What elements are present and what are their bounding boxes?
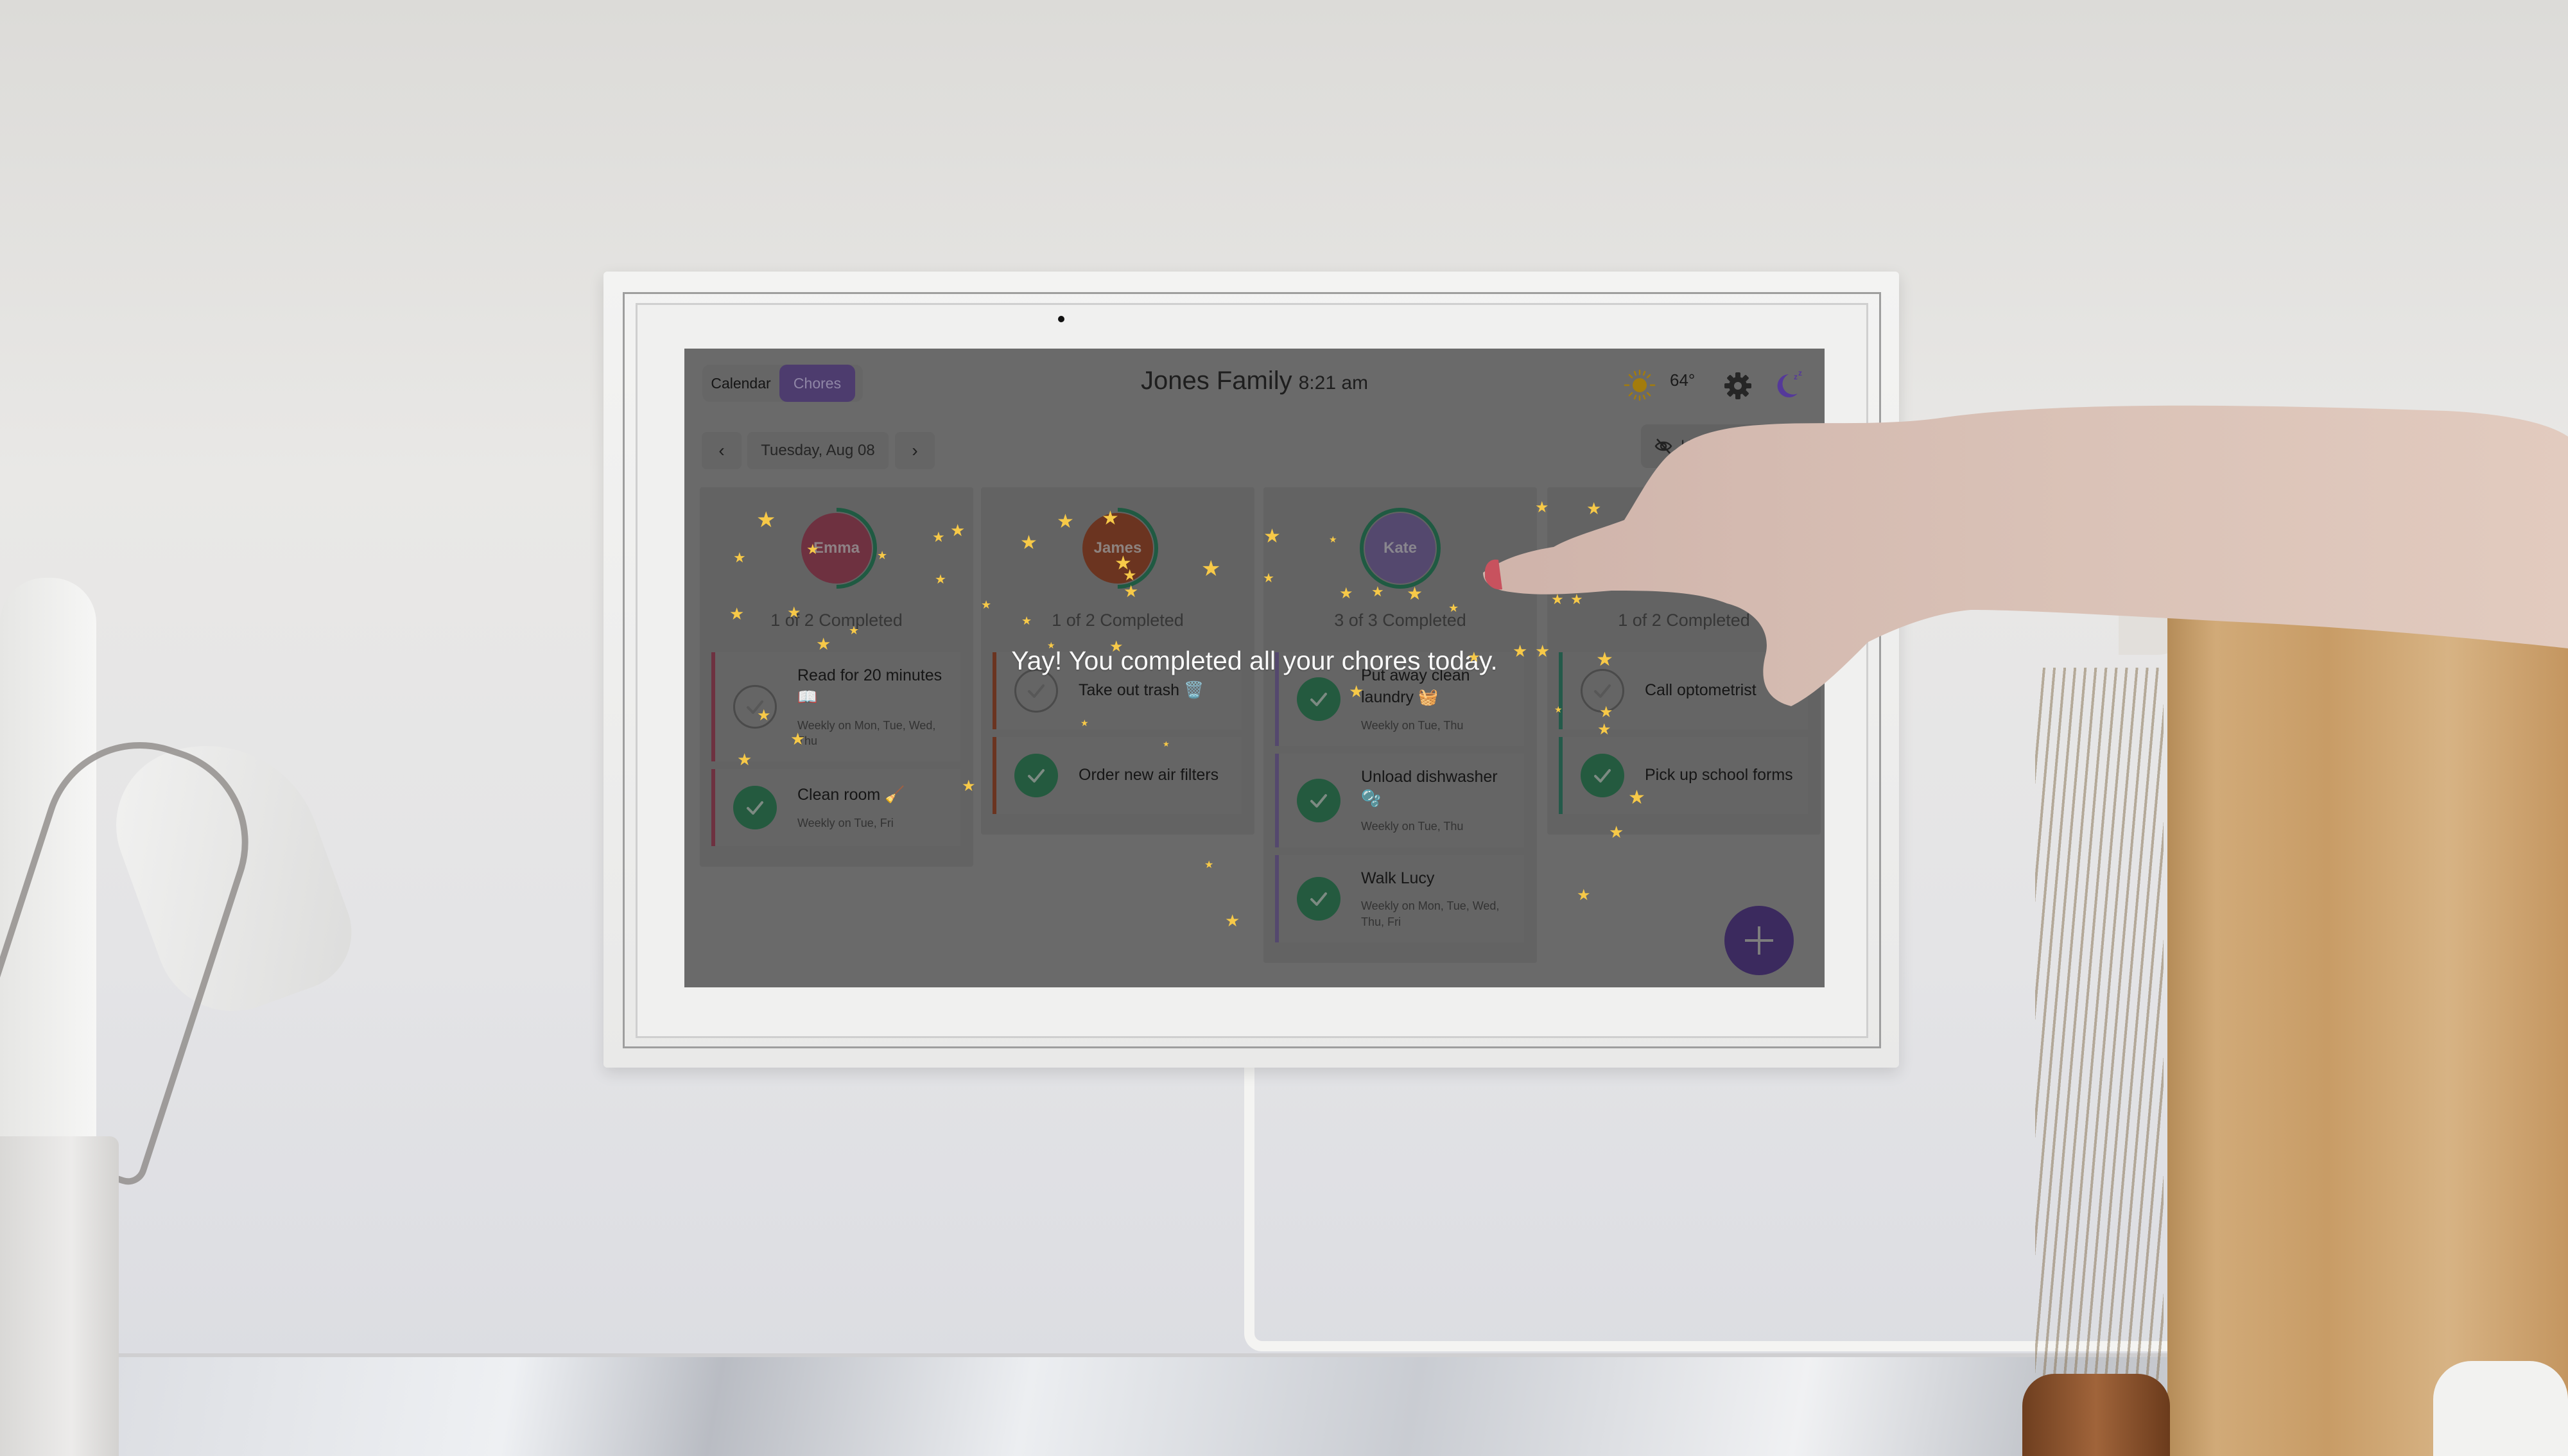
star-icon: ★ [1407, 584, 1423, 603]
chore-card[interactable]: Unload dishwasher 🫧 Weekly on Tue, Thu [1275, 753, 1524, 847]
checked-checkbox[interactable] [1581, 754, 1624, 797]
chore-title: Order new air filters [1079, 766, 1219, 784]
moon-sleep-icon[interactable]: z z [1769, 368, 1804, 403]
checkmark-icon [1594, 769, 1611, 783]
star-icon: ★ [1057, 511, 1074, 532]
star-icon: ★ [1448, 602, 1459, 614]
chore-card[interactable]: Walk Lucy Weekly on Mon, Tue, Wed, Thu, F… [1275, 854, 1524, 942]
temperature: 64° [1670, 370, 1696, 390]
star-icon: ★ [1163, 740, 1170, 749]
star-icon: ★ [816, 634, 831, 654]
star-icon: ★ [1329, 534, 1337, 544]
star-icon: ★ [932, 529, 945, 545]
star-icon: ★ [733, 550, 746, 566]
checked-checkbox[interactable] [733, 786, 777, 830]
chore-card[interactable]: Order new air filters [993, 737, 1242, 814]
star-icon: ★ [1109, 638, 1124, 655]
clock: 8:21 am [1298, 372, 1369, 394]
star-icon: ★ [757, 707, 771, 724]
star-icon: ★ [1204, 860, 1214, 871]
star-icon: ★ [849, 624, 860, 637]
chore-title: Pick up school forms [1645, 766, 1793, 784]
checkmark-icon [1310, 793, 1327, 808]
member-avatar[interactable]: Kate [1358, 507, 1442, 590]
gear-icon[interactable] [1722, 370, 1753, 401]
star-icon: ★ [1124, 582, 1139, 601]
chore-schedule: Weekly on Tue, Thu [1361, 820, 1464, 833]
star-icon: ★ [1263, 526, 1281, 547]
checked-checkbox[interactable] [1297, 677, 1340, 721]
star-icon: ★ [1349, 682, 1364, 701]
star-icon: ★ [1102, 508, 1119, 529]
chore-schedule: Weekly on Tue, Thu [1361, 718, 1464, 732]
chore-body: Order new air filters [1079, 752, 1226, 799]
countertop-edge [116, 1353, 2170, 1357]
star-icon: ★ [1263, 571, 1274, 585]
chore-title: Take out trash 🗑️ [1079, 681, 1204, 700]
white-dish [2433, 1361, 2568, 1456]
avatar-circle: Kate [1365, 513, 1436, 584]
star-icon: ★ [1080, 718, 1089, 728]
star-icon: ★ [981, 598, 992, 611]
chore-schedule: Weekly on Tue, Fri [797, 816, 894, 829]
dried-lavender [2035, 668, 2164, 1380]
checkmark-icon [1310, 892, 1327, 906]
star-icon: ★ [950, 521, 966, 540]
checkmark-icon [747, 801, 763, 815]
star-icon: ★ [1021, 614, 1032, 627]
star-icon: ★ [790, 729, 806, 749]
chore-body: Unload dishwasher 🫧 Weekly on Tue, Thu [1361, 754, 1524, 847]
star-icon: ★ [737, 750, 752, 769]
star-icon: ★ [1020, 532, 1037, 553]
star-icon: ★ [806, 541, 819, 557]
star-icon: ★ [1628, 787, 1645, 808]
chore-body: Clean room 🧹 Weekly on Tue, Fri [797, 772, 912, 844]
star-icon: ★ [962, 777, 976, 795]
star-icon: ★ [1201, 557, 1221, 581]
sun-icon [1624, 369, 1656, 401]
checked-checkbox[interactable] [1297, 778, 1340, 822]
svg-text:z: z [1794, 372, 1798, 381]
star-icon: ★ [877, 549, 888, 562]
next-day-button[interactable]: › [895, 432, 935, 469]
star-icon: ★ [787, 604, 801, 621]
star-icon: ★ [756, 508, 776, 532]
star-icon: ★ [729, 604, 745, 623]
camera-lens [1058, 316, 1064, 322]
star-icon: ★ [1468, 649, 1480, 665]
chore-card[interactable]: Clean room 🧹 Weekly on Tue, Fri [711, 769, 960, 847]
star-icon: ★ [1577, 887, 1591, 904]
chore-title: Clean room 🧹 [797, 786, 905, 804]
star-icon: ★ [935, 573, 946, 587]
cutting-board [2167, 591, 2568, 1456]
star-icon: ★ [1371, 584, 1384, 600]
chore-card[interactable]: Pick up school forms [1559, 737, 1808, 814]
chore-schedule: Weekly on Mon, Tue, Wed, Thu, Fri [1361, 899, 1500, 928]
pointing-hand [1483, 405, 2568, 706]
add-chore-button[interactable] [1724, 906, 1794, 975]
star-icon: ★ [1047, 640, 1055, 650]
chore-body: Pick up school forms [1645, 752, 1801, 799]
star-icon: ★ [1609, 822, 1624, 842]
svg-text:z: z [1798, 368, 1802, 377]
chore-title: Unload dishwasher 🫧 [1361, 767, 1498, 808]
previous-day-button[interactable]: ‹ [702, 432, 742, 469]
plus-icon [1745, 926, 1773, 955]
checkmark-icon [1310, 692, 1327, 706]
wooden-vase [2022, 1374, 2170, 1456]
current-date[interactable]: Tuesday, Aug 08 [747, 432, 889, 469]
star-icon: ★ [1225, 911, 1240, 930]
checked-checkbox[interactable] [1014, 754, 1058, 797]
checkmark-icon [1028, 684, 1045, 698]
chore-body: Walk Lucy Weekly on Mon, Tue, Wed, Thu, F… [1361, 855, 1524, 942]
checkmark-icon [1028, 769, 1045, 783]
checked-checkbox[interactable] [1297, 876, 1340, 921]
utensil-jar [0, 1136, 119, 1456]
star-icon: ★ [1597, 721, 1611, 738]
family-name: Jones Family [1140, 367, 1292, 395]
star-icon: ★ [1339, 585, 1353, 602]
chore-schedule: Weekly on Mon, Tue, Wed, Thu [797, 718, 936, 747]
chore-title: Walk Lucy [1361, 869, 1435, 887]
